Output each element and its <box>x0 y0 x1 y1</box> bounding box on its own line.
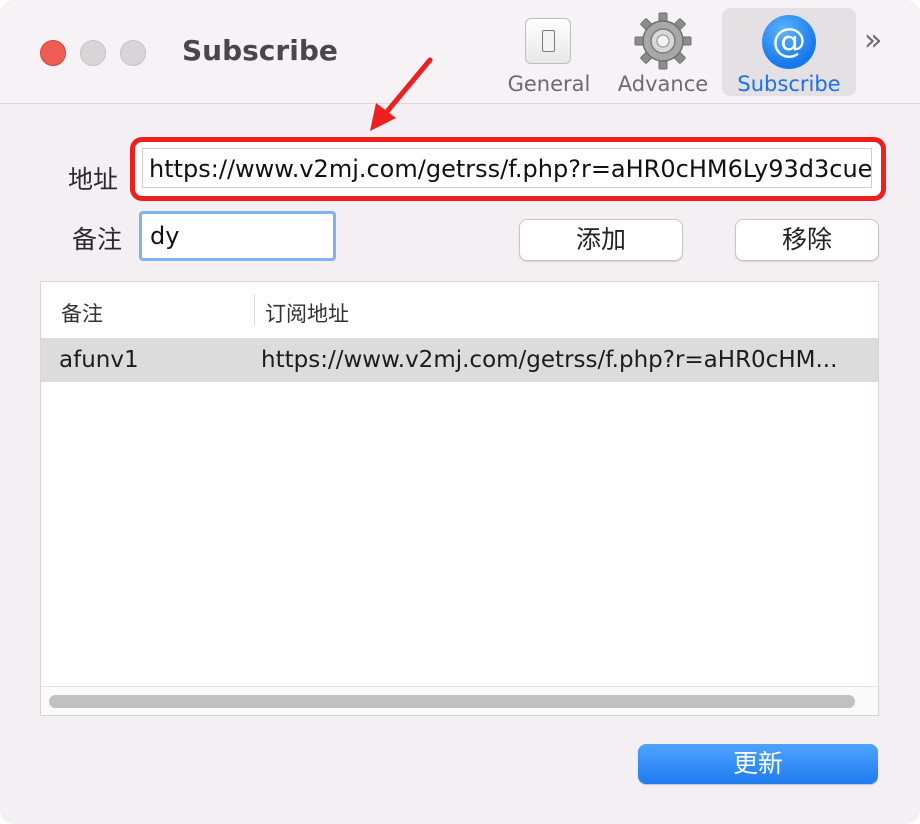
column-divider[interactable] <box>254 295 255 325</box>
row-url-cell: https://www.v2mj.com/getrss/f.php?r=aHR0… <box>261 347 838 373</box>
at-sign-icon: @ <box>762 15 816 69</box>
zoom-button[interactable] <box>120 40 146 66</box>
scrollbar-thumb[interactable] <box>49 695 855 708</box>
gear-icon <box>634 12 692 70</box>
table-header: 备注 订阅地址 <box>41 282 878 338</box>
window-title: Subscribe <box>182 34 338 67</box>
note-label: 备注 <box>72 225 123 254</box>
close-button[interactable] <box>40 40 66 66</box>
row-note-cell: afunv1 <box>59 347 139 373</box>
minimize-button[interactable] <box>80 40 106 66</box>
column-header-note[interactable]: 备注 <box>61 298 103 328</box>
toolbar-tab-label: Advance <box>617 72 709 96</box>
toolbar-tab-advance[interactable]: Advance <box>612 8 714 96</box>
remove-button[interactable]: 移除 <box>735 219 879 261</box>
title-bar: Subscribe General Advance @ Subscribe » <box>0 0 920 104</box>
address-input[interactable]: https://www.v2mj.com/getrss/f.php?r=aHR0… <box>142 148 872 188</box>
add-button[interactable]: 添加 <box>519 219 683 261</box>
toolbar-tab-label: Subscribe <box>737 72 841 96</box>
toolbar-tab-general[interactable]: General <box>500 8 598 96</box>
table-row[interactable]: afunv1 https://www.v2mj.com/getrss/f.php… <box>41 338 878 382</box>
toolbar-overflow-icon[interactable]: » <box>864 24 896 58</box>
subscription-table: 备注 订阅地址 afunv1 https://www.v2mj.com/getr… <box>40 281 879 716</box>
toolbar-tab-label: General <box>507 72 591 96</box>
toolbar-tab-subscribe[interactable]: @ Subscribe <box>722 8 856 96</box>
horizontal-scrollbar[interactable] <box>41 686 878 715</box>
switch-icon <box>525 18 571 64</box>
update-button[interactable]: 更新 <box>638 744 878 784</box>
address-label: 地址 <box>68 165 119 194</box>
note-input[interactable]: dy <box>139 211 336 261</box>
preferences-window: Subscribe General Advance @ Subscribe » … <box>0 0 920 824</box>
column-header-url[interactable]: 订阅地址 <box>265 298 349 328</box>
